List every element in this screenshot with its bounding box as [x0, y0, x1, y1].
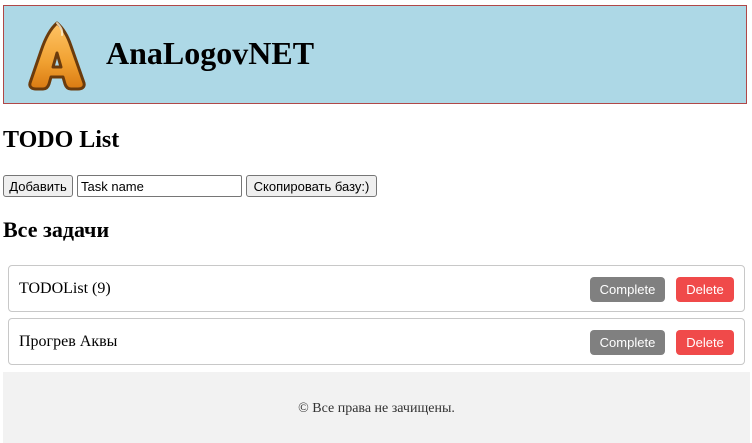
logo-icon: [28, 21, 86, 91]
task-list: TODOList (9) Complete Delete Прогрев Акв…: [8, 265, 745, 371]
all-tasks-heading: Все задачи: [3, 217, 110, 242]
site-header: AnaLogovNET: [3, 5, 747, 104]
add-task-button[interactable]: Добавить: [3, 175, 73, 197]
complete-button[interactable]: Complete: [590, 277, 665, 302]
page-title: TODO List: [3, 127, 120, 153]
delete-button[interactable]: Delete: [676, 277, 734, 302]
task-name: Прогрев Аквы: [19, 333, 118, 350]
task-name: TODOList (9): [19, 280, 111, 297]
complete-button[interactable]: Complete: [590, 330, 665, 355]
copy-database-button[interactable]: Скопировать базу:): [246, 175, 377, 197]
copyright-text: © Все права не зачищены.: [298, 401, 455, 416]
task-item: TODOList (9) Complete Delete: [8, 265, 745, 312]
delete-button[interactable]: Delete: [676, 330, 734, 355]
site-title: AnaLogovNET: [106, 35, 315, 71]
task-item: Прогрев Аквы Complete Delete: [8, 318, 745, 365]
site-footer: © Все права не зачищены.: [3, 372, 750, 443]
task-name-input[interactable]: [77, 175, 242, 197]
